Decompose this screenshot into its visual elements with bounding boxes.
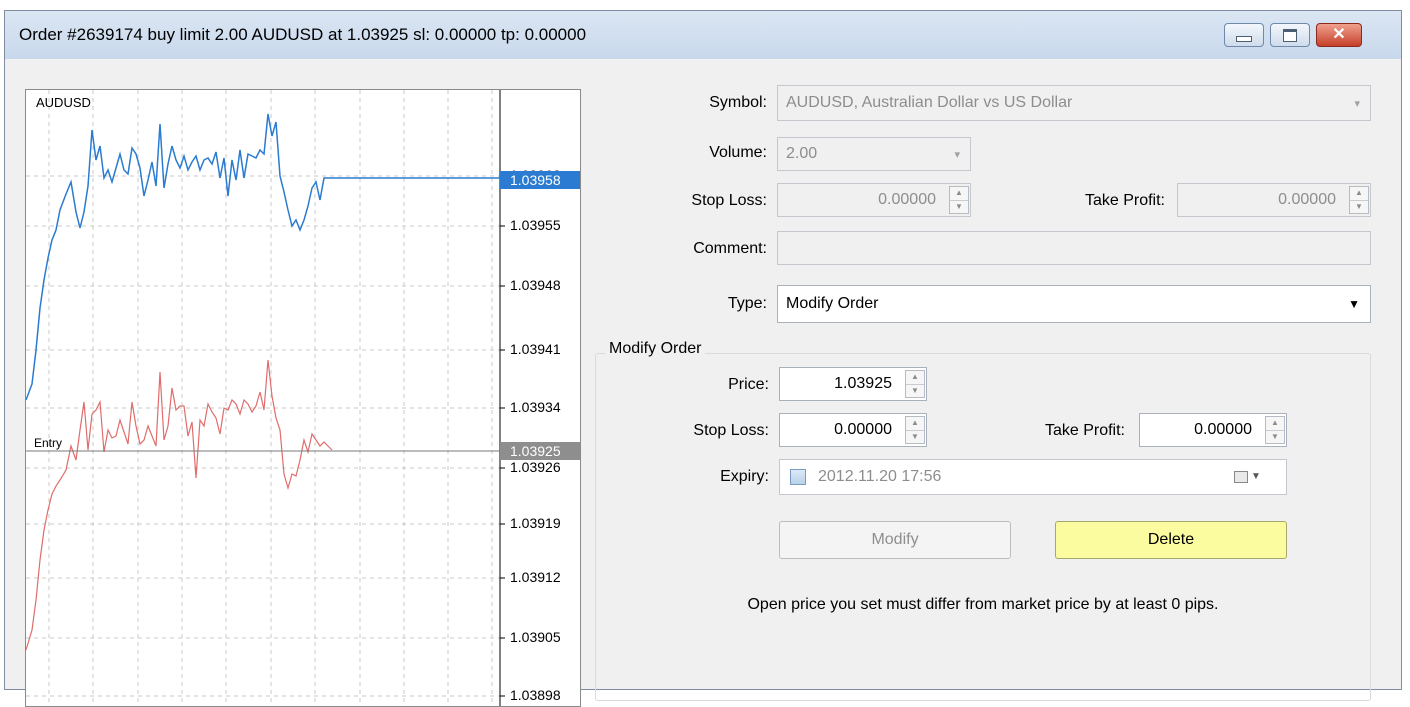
spin-up-icon: ▲: [950, 187, 968, 201]
comment-field: [777, 231, 1371, 265]
bid-price-marker-label: 1.03958: [510, 172, 561, 188]
price-axis-label: 1.03934: [510, 399, 561, 415]
modify-button[interactable]: Modify: [779, 521, 1011, 559]
price-axis-label: 1.03948: [510, 277, 561, 293]
bid-price-line: [26, 113, 500, 401]
modify-take-profit-spinner[interactable]: ▲ ▼: [1265, 416, 1285, 444]
chevron-down-icon[interactable]: ▼: [1251, 471, 1261, 482]
spin-down-icon[interactable]: ▼: [906, 431, 924, 444]
type-value: Modify Order: [786, 295, 879, 312]
price-spinner[interactable]: ▲ ▼: [905, 370, 925, 398]
dialog-content: 1.039621.039551.039481.039411.039341.039…: [5, 59, 1401, 707]
spin-up-icon[interactable]: ▲: [906, 371, 924, 385]
spin-down-icon: ▼: [1355, 201, 1363, 211]
modify-take-profit-input[interactable]: 0.00000 ▲ ▼: [1139, 413, 1287, 447]
chart-symbol-label: AUDUSD: [36, 95, 91, 110]
modify-take-profit-label: Take Profit:: [1044, 422, 1125, 439]
symbol-select: AUDUSD, Australian Dollar vs US Dollar ▾: [777, 85, 1371, 121]
symbol-value: AUDUSD, Australian Dollar vs US Dollar: [786, 94, 1073, 111]
calendar-icon[interactable]: [1234, 471, 1248, 483]
stop-loss-label: Stop Loss:: [691, 192, 767, 209]
price-input[interactable]: 1.03925 ▲ ▼: [779, 367, 927, 401]
spin-up-icon[interactable]: ▲: [1266, 417, 1284, 431]
delete-button[interactable]: Delete: [1055, 521, 1287, 559]
close-icon: ✕: [1332, 26, 1346, 43]
modify-stop-loss-input[interactable]: 0.00000 ▲ ▼: [779, 413, 927, 447]
spin-up-icon: ▲: [1350, 187, 1368, 201]
expiry-checkbox[interactable]: [790, 469, 806, 485]
chevron-down-icon: ▾: [954, 148, 960, 161]
price-axis-label: 1.03941: [510, 341, 561, 357]
minimize-icon: [1236, 36, 1252, 42]
spin-down-icon[interactable]: ▼: [1266, 431, 1284, 444]
ask-price-line: [26, 359, 333, 651]
price-value: 1.03925: [834, 375, 892, 392]
take-profit-spinner: ▲ ▼: [1349, 186, 1369, 214]
minimize-button[interactable]: [1224, 23, 1264, 47]
spin-down-icon: ▼: [955, 201, 963, 211]
entry-label: Entry: [34, 436, 62, 450]
entry-price-marker-label: 1.03925: [510, 443, 561, 459]
stop-loss-field: 0.00000 ▲ ▼: [777, 183, 971, 217]
type-label: Type:: [727, 295, 767, 312]
modify-stop-loss-label: Stop Loss:: [693, 422, 769, 439]
spin-down-icon[interactable]: ▼: [906, 385, 924, 398]
stop-loss-spinner: ▲ ▼: [949, 186, 969, 214]
maximize-button[interactable]: [1270, 23, 1310, 47]
chevron-down-icon: ▼: [1348, 297, 1360, 311]
modify-stop-loss-value: 0.00000: [834, 421, 892, 438]
pips-note: Open price you set must differ from mark…: [747, 596, 1219, 613]
take-profit-value: 0.00000: [1278, 191, 1336, 208]
chevron-down-icon: ▾: [1354, 97, 1360, 110]
volume-field: 2.00 ▾: [777, 137, 971, 171]
price-label: Price:: [728, 376, 769, 393]
take-profit-label: Take Profit:: [1084, 192, 1165, 209]
price-axis-label: 1.03955: [510, 217, 561, 233]
price-axis-label: 1.03919: [510, 515, 561, 531]
volume-value: 2.00: [786, 145, 818, 162]
take-profit-field: 0.00000 ▲ ▼: [1177, 183, 1371, 217]
comment-label: Comment:: [693, 240, 767, 257]
chart-canvas: 1.039621.039551.039481.039411.039341.039…: [26, 90, 580, 706]
price-axis-label: 1.03912: [510, 569, 561, 585]
modify-order-title: Modify Order: [605, 340, 706, 358]
close-button[interactable]: ✕: [1316, 23, 1362, 47]
modify-take-profit-value: 0.00000: [1194, 421, 1252, 438]
expiry-label: Expiry:: [720, 468, 769, 485]
expiry-picker[interactable]: 2012.11.20 17:56 ▼: [779, 459, 1287, 495]
price-axis-label: 1.03898: [510, 687, 561, 703]
price-chart: 1.039621.039551.039481.039411.039341.039…: [25, 89, 581, 707]
expiry-value: 2012.11.20 17:56: [818, 468, 942, 485]
order-dialog: Order #2639174 buy limit 2.00 AUDUSD at …: [4, 10, 1402, 707]
title-bar[interactable]: Order #2639174 buy limit 2.00 AUDUSD at …: [5, 11, 1401, 60]
price-axis-label: 1.03926: [510, 459, 561, 475]
price-axis-label: 1.03905: [510, 629, 561, 645]
spin-up-icon[interactable]: ▲: [906, 417, 924, 431]
volume-label: Volume:: [709, 144, 767, 161]
modify-stop-loss-spinner[interactable]: ▲ ▼: [905, 416, 925, 444]
stop-loss-value: 0.00000: [878, 191, 936, 208]
symbol-label: Symbol:: [709, 94, 767, 111]
type-select[interactable]: Modify Order ▼: [777, 285, 1371, 323]
window-title: Order #2639174 buy limit 2.00 AUDUSD at …: [19, 25, 587, 44]
maximize-icon: [1283, 28, 1297, 42]
